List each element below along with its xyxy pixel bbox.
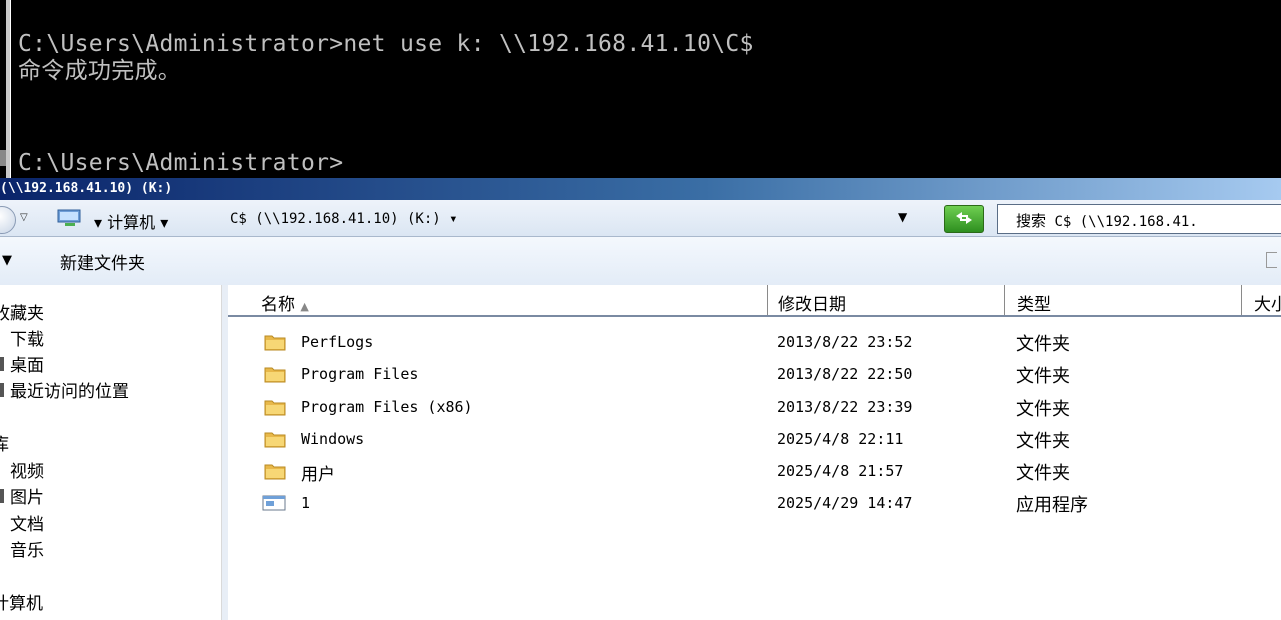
file-type: 文件夹 [1016, 366, 1070, 387]
sidebar-item-desktop[interactable]: 桌面 [10, 351, 44, 376]
file-name: Program Files [301, 365, 419, 383]
sidebar-item-documents[interactable]: 文档 [10, 510, 44, 535]
file-list: 名称 ▲ 修改日期 类型 大小 PerfLogs 2013/8/22 23:52… [228, 285, 1281, 620]
forward-button[interactable] [0, 206, 16, 234]
file-row[interactable]: Windows 2025/4/8 22:11 文件夹 [228, 422, 1281, 454]
file-type: 文件夹 [1016, 431, 1070, 452]
folder-icon [264, 464, 286, 480]
file-row[interactable]: PerfLogs 2013/8/22 23:52 文件夹 [228, 325, 1281, 357]
column-divider[interactable] [1241, 285, 1242, 315]
folder-icon [264, 432, 286, 448]
console-prompt-line: C:\Users\Administrator> [18, 150, 344, 176]
console-window[interactable]: C:\Users\Administrator>net use k: \\192.… [0, 0, 1281, 178]
sidebar-item-pictures[interactable]: 图片 [10, 483, 44, 508]
history-dropdown-icon[interactable]: ▽ [20, 212, 28, 223]
file-modified: 2013/8/22 23:52 [777, 333, 913, 351]
address-bar-row: ▽ ▾ 计算机 ▾ C$ (\\192.168.41.10) (K:) ▾ ▼ … [0, 200, 1281, 237]
file-name: 用户 [301, 465, 335, 485]
file-row[interactable]: Program Files (x86) 2013/8/22 23:39 文件夹 [228, 390, 1281, 422]
explorer-window: (\\192.168.41.10) (K:) ▽ ▾ 计算机 ▾ C$ (\\1… [0, 178, 1281, 620]
file-row[interactable]: 用户 2025/4/8 21:57 文件夹 [228, 454, 1281, 486]
column-header-modified[interactable]: 修改日期 [778, 290, 846, 315]
computer-icon [57, 209, 81, 226]
file-type: 文件夹 [1016, 463, 1070, 484]
organize-dropdown-icon[interactable]: ▼ [2, 253, 12, 268]
sidebar-item-libraries[interactable]: 库 [0, 430, 9, 455]
column-divider[interactable] [767, 285, 768, 315]
column-header-row: 名称 ▲ 修改日期 类型 大小 [228, 285, 1281, 317]
address-dropdown-icon[interactable]: ▼ [898, 210, 907, 224]
column-header-type[interactable]: 类型 [1017, 290, 1051, 315]
file-name: 1 [301, 494, 311, 512]
column-header-name[interactable]: 名称 ▲ [261, 290, 309, 315]
breadcrumb-computer[interactable]: ▾ 计算机 ▾ [94, 209, 168, 233]
folder-icon [264, 335, 286, 351]
desktop-icon [0, 357, 4, 371]
sidebar-item-downloads[interactable]: 下载 [10, 325, 44, 350]
file-modified: 2025/4/8 21:57 [777, 462, 904, 480]
sort-ascending-icon: ▲ [300, 300, 309, 313]
file-modified: 2025/4/8 22:11 [777, 430, 904, 448]
window-title: (\\192.168.41.10) (K:) [0, 181, 173, 196]
new-folder-button[interactable]: 新建文件夹 [60, 249, 145, 274]
file-row[interactable]: Program Files 2013/8/22 22:50 文件夹 [228, 357, 1281, 389]
breadcrumb-drive[interactable]: C$ (\\192.168.41.10) (K:) ▾ [230, 211, 458, 227]
refresh-icon [956, 212, 972, 224]
file-name: Windows [301, 430, 365, 448]
pictures-icon [0, 489, 4, 503]
file-modified: 2013/8/22 23:39 [777, 398, 913, 416]
console-output-line: 命令成功完成。 [18, 58, 182, 84]
search-label: 搜索 C$ (\\192.168.41. [1016, 212, 1198, 230]
column-divider[interactable] [1004, 285, 1005, 315]
folder-icon [264, 400, 286, 416]
sidebar-item-recent[interactable]: 最近访问的位置 [10, 377, 129, 402]
sidebar-item-videos[interactable]: 视频 [10, 457, 44, 482]
application-icon [262, 495, 286, 511]
command-toolbar: ▼ 新建文件夹 [0, 237, 1281, 286]
navigation-pane: 收藏夹 下载 桌面 最近访问的位置 库 视频 图片 文档 音乐 计算机 [0, 285, 222, 620]
file-modified: 2013/8/22 22:50 [777, 365, 913, 383]
file-name: Program Files (x86) [301, 398, 473, 416]
search-input[interactable]: 搜索 C$ (\\192.168.41. [997, 204, 1281, 234]
sidebar-item-music[interactable]: 音乐 [10, 536, 44, 561]
refresh-button[interactable] [944, 205, 984, 233]
file-type: 应用程序 [1016, 495, 1088, 516]
recent-places-icon [0, 383, 4, 397]
sidebar-item-computer[interactable]: 计算机 [0, 589, 43, 614]
file-modified: 2025/4/29 14:47 [777, 494, 913, 512]
console-left-border [6, 0, 11, 178]
file-row[interactable]: 1 2025/4/29 14:47 应用程序 [228, 486, 1281, 518]
file-name: PerfLogs [301, 333, 374, 351]
folder-icon [264, 367, 286, 383]
console-command-line: C:\Users\Administrator>net use k: \\192.… [18, 31, 754, 57]
file-type: 文件夹 [1016, 399, 1070, 420]
sidebar-item-favorites[interactable]: 收藏夹 [0, 299, 44, 324]
file-type: 文件夹 [1016, 334, 1070, 355]
explorer-titlebar[interactable]: (\\192.168.41.10) (K:) [0, 178, 1281, 200]
view-options-icon[interactable] [1266, 252, 1277, 268]
column-header-size[interactable]: 大小 [1254, 290, 1281, 315]
console-scroll-mark [0, 150, 6, 166]
